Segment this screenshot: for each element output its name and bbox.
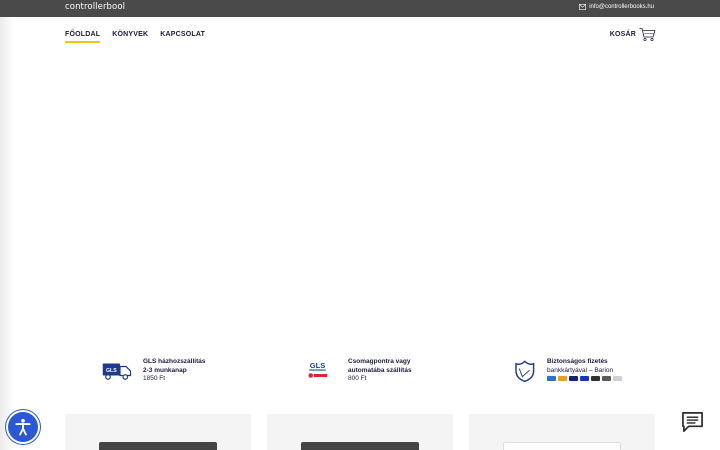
visa-electron-icon xyxy=(591,376,600,381)
top-bar: controllerbool info@controllerbooks.hu xyxy=(0,0,720,17)
amex-icon xyxy=(547,376,556,381)
accessibility-icon xyxy=(15,418,31,436)
left-edge-shadow xyxy=(0,0,14,450)
email-text: info@controllerbooks.hu xyxy=(589,4,654,10)
cart-label: KOSÁR xyxy=(609,31,636,38)
feature-title: Biztonságos fizetés xyxy=(547,358,608,365)
svg-text:GLS: GLS xyxy=(310,361,325,370)
product-card[interactable] xyxy=(267,414,453,450)
feature-secure-payment: Biztonságos fizetés bankkártyával – Bari… xyxy=(512,358,622,383)
book-cover-image xyxy=(301,442,419,450)
gls-truck-icon: GLS xyxy=(102,363,132,380)
svg-text:GLS: GLS xyxy=(106,368,117,374)
cart-button[interactable]: KOSÁR xyxy=(610,27,656,42)
apple-pay-icon xyxy=(602,376,611,381)
envelope-icon xyxy=(579,4,587,10)
product-card[interactable] xyxy=(469,414,655,450)
product-card[interactable] xyxy=(65,414,251,450)
feature-subtitle: bankkártyával – Barion xyxy=(547,366,614,374)
google-pay-icon xyxy=(613,376,622,381)
nav-item-fooldal[interactable]: FŐOLDAL xyxy=(65,31,101,43)
chat-icon[interactable] xyxy=(681,411,704,433)
main-nav: FŐOLDAL KÖNYVEK KAPCSOLAT xyxy=(65,31,205,43)
accessibility-button[interactable] xyxy=(8,412,38,442)
nav-item-kapcsolat[interactable]: KAPCSOLAT xyxy=(160,31,205,43)
feature-price: 1850 Ft xyxy=(143,375,166,382)
maestro-icon xyxy=(569,376,578,381)
feature-title: Csomagpontra vagy xyxy=(348,358,411,365)
feature-parcel-point: GLS Csomagpontra vagy automatába szállít… xyxy=(307,358,412,384)
visa-icon xyxy=(580,376,589,381)
feature-subtitle: automatába szállítás xyxy=(348,366,412,374)
gls-foxpost-icon: GLS xyxy=(308,361,328,378)
shopping-cart-icon xyxy=(639,28,656,42)
secure-shield-icon xyxy=(515,360,535,383)
feature-subtitle: 2-3 munkanap xyxy=(143,366,187,374)
book-cover-image xyxy=(99,442,217,450)
feature-price: 800 Ft xyxy=(348,375,367,382)
nav-item-konyvek[interactable]: KÖNYVEK xyxy=(112,31,148,43)
mastercard-icon xyxy=(558,376,567,381)
top-email-link[interactable]: info@controllerbooks.hu xyxy=(579,4,654,10)
book-cover-image xyxy=(503,442,621,450)
feature-title: GLS házhozszállítás xyxy=(143,358,206,365)
brand-logo[interactable]: controllerbool xyxy=(65,2,125,12)
payment-card-logos xyxy=(547,376,622,381)
feature-gls-delivery: GLS GLS házhozszállítás 2-3 munkanap 185… xyxy=(102,358,206,384)
